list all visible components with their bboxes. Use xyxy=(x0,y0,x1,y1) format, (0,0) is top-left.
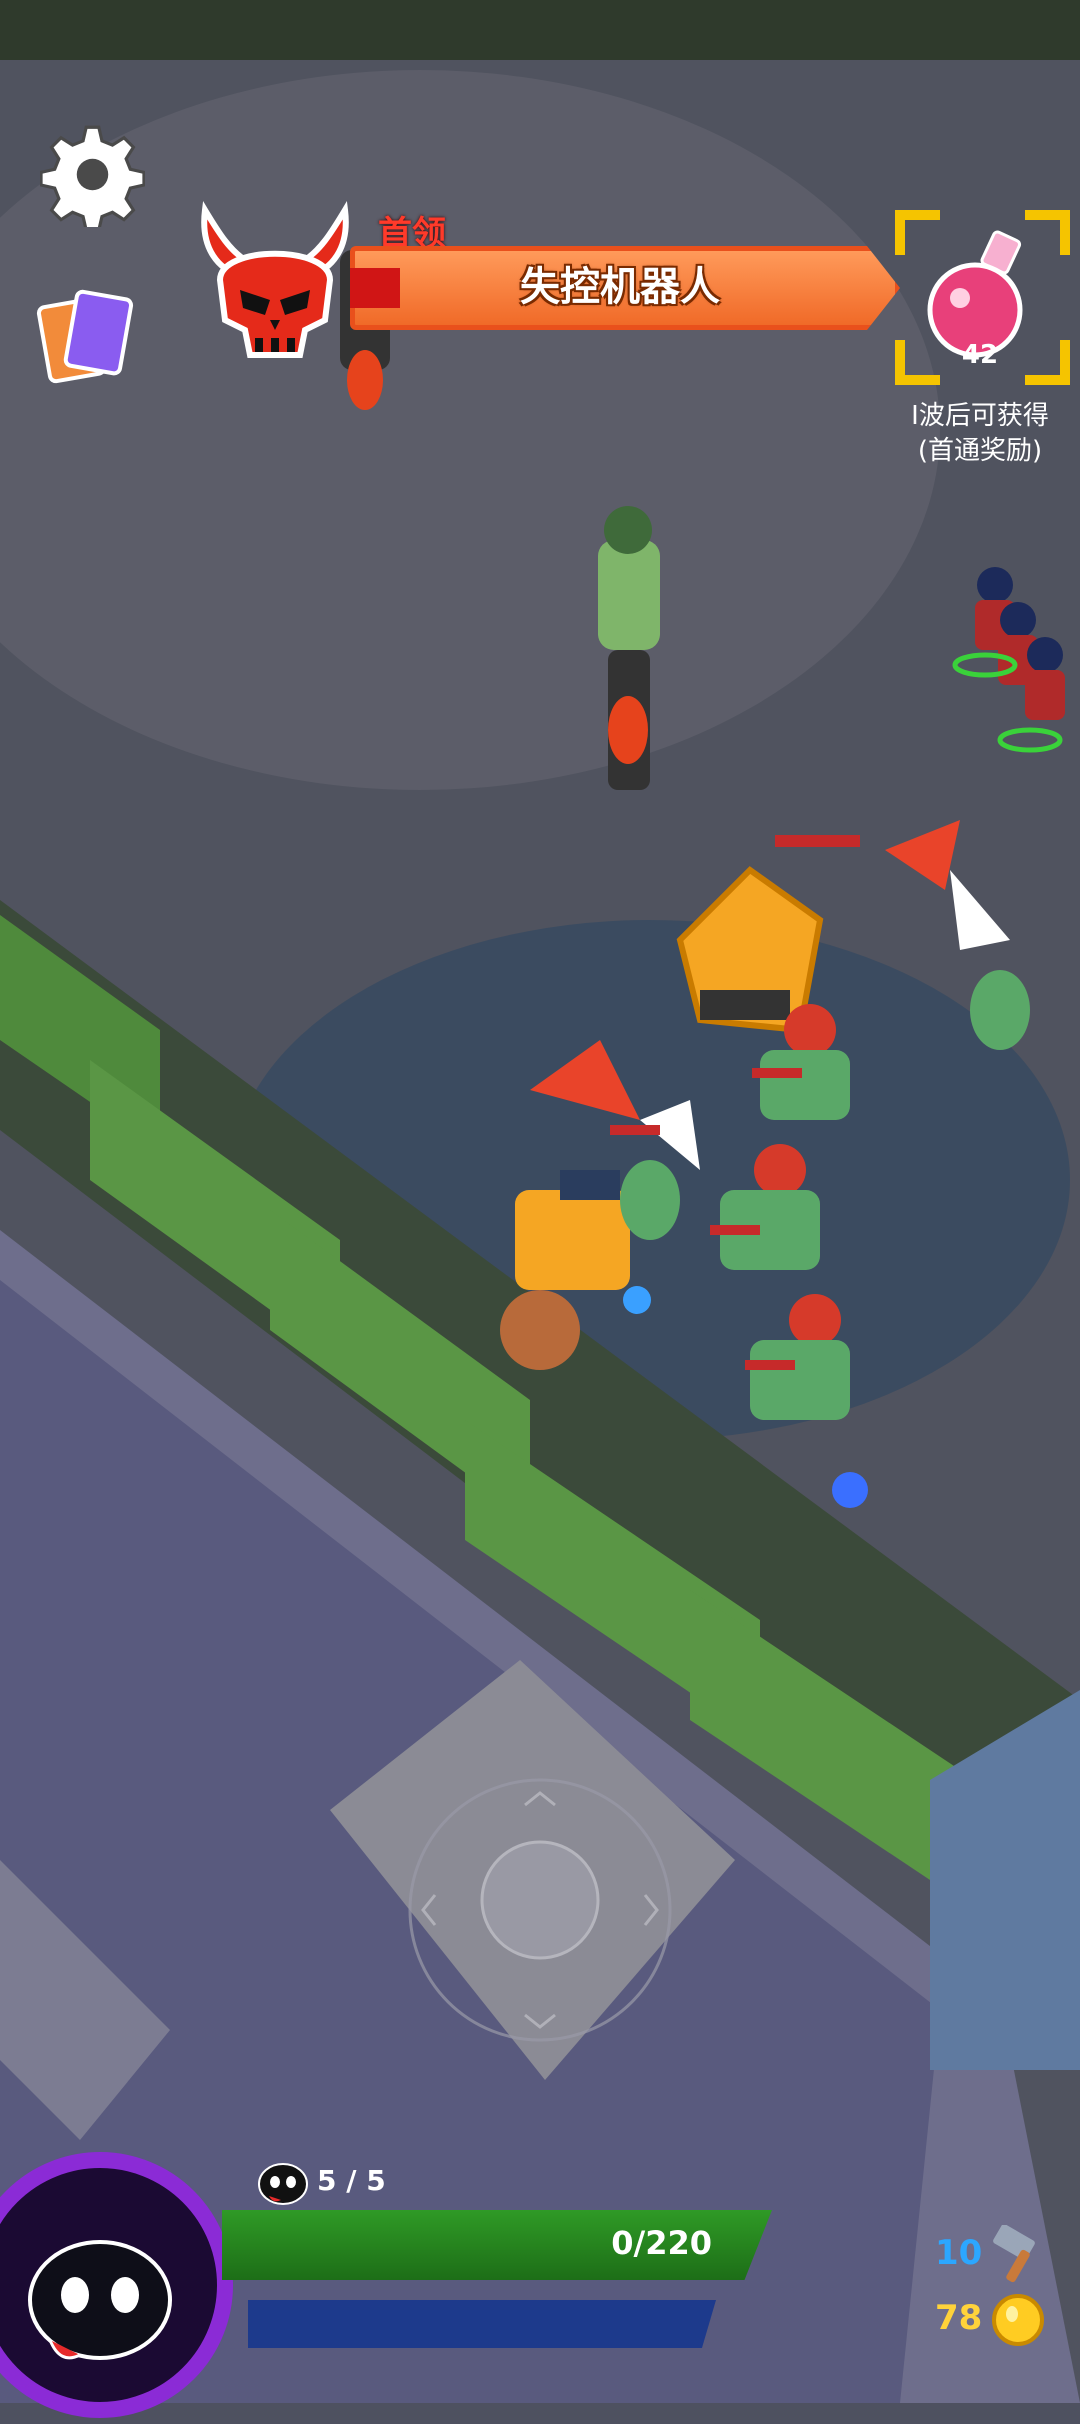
boss-portrait xyxy=(185,190,365,370)
player-avatar[interactable] xyxy=(0,2150,240,2420)
blue-orb xyxy=(832,1472,868,1508)
top-hedge xyxy=(0,0,1080,60)
hammer-icon xyxy=(993,2225,1035,2283)
gear-icon xyxy=(39,125,146,232)
lives-text: 5 / 5 xyxy=(317,2164,386,2197)
xp-bar: 0/220 xyxy=(222,2210,772,2280)
blob-face-icon xyxy=(258,2163,308,2205)
coin-count: 78 xyxy=(935,2298,983,2338)
devil-skull-icon xyxy=(201,200,349,358)
coin-icon xyxy=(992,2294,1044,2346)
lives-counter: 5 / 5 xyxy=(255,2158,386,2206)
settings-button[interactable] xyxy=(39,122,146,232)
reward-count: 42 xyxy=(961,340,999,370)
sawblade xyxy=(500,1290,580,1370)
blue-orb xyxy=(623,1286,651,1314)
cards-button[interactable] xyxy=(36,285,146,385)
mana-bar xyxy=(248,2300,716,2348)
virtual-joystick[interactable] xyxy=(405,1775,675,2045)
boss-name: 失控机器人 xyxy=(520,264,720,310)
joystick-knob[interactable] xyxy=(480,1840,600,1960)
xp-text: 0/220 xyxy=(611,2224,712,2262)
hammer-count: 10 xyxy=(935,2233,983,2273)
boss-health-bar: 失控机器人 xyxy=(350,246,925,330)
reward-condition: Ⅰ波后可获得 xyxy=(911,401,1049,431)
cards-icon xyxy=(36,289,134,384)
reward-note: (首通奖励) xyxy=(917,436,1043,466)
